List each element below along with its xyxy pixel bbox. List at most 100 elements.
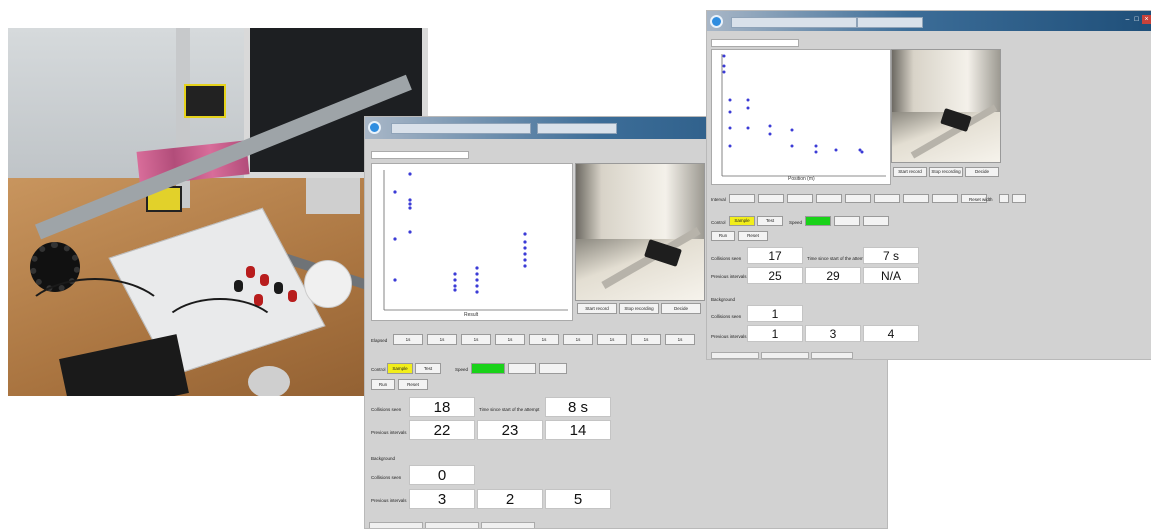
bg-intervals-label: Previous intervals [711, 334, 747, 339]
intervals-label: Previous intervals [371, 430, 407, 435]
test-button[interactable]: Test [415, 363, 441, 374]
tick-button-3[interactable]: 1s [461, 334, 491, 345]
tick-button-9[interactable]: 1s [665, 334, 695, 345]
bg-collisions-label: Collisions seen [371, 475, 402, 480]
bg-interval-value-2: 2 [477, 489, 543, 509]
tick-button-1[interactable]: 1s [393, 334, 423, 345]
bg-collisions-label: Collisions seen [711, 314, 742, 319]
tick-button-4[interactable] [816, 194, 842, 203]
tick-button-8[interactable] [932, 194, 958, 203]
motion-sensor [184, 84, 226, 118]
bottom-button-1[interactable] [369, 522, 423, 528]
interval-value-1: 22 [409, 420, 475, 440]
test-button[interactable]: Test [757, 216, 783, 226]
tick-button-7[interactable] [903, 194, 929, 203]
tick-button-2[interactable]: 1s [427, 334, 457, 345]
speed-button-2[interactable] [508, 363, 536, 374]
speed-label: Speed [455, 367, 469, 372]
start-record-button[interactable]: Start record [893, 167, 927, 177]
bg-interval-value-1: 3 [409, 489, 475, 509]
time-label: Time since start of the attempt [479, 407, 540, 412]
tick-button-6[interactable] [874, 194, 900, 203]
background-section-label: Background [711, 297, 736, 302]
plot-points [393, 172, 527, 294]
background-section-label: Background [371, 456, 396, 461]
start-record-button[interactable]: Start record [577, 303, 617, 314]
close-icon[interactable]: × [1142, 15, 1151, 24]
tick-button-4[interactable]: 1s [495, 334, 525, 345]
bg-collisions-value: 0 [409, 465, 475, 485]
title-bar: – □ × [707, 11, 1151, 31]
bottom-button-3[interactable] [811, 352, 853, 359]
interval-value-1: 25 [747, 267, 803, 284]
speed-button-3[interactable] [539, 363, 567, 374]
bg-intervals-label: Previous intervals [371, 498, 407, 503]
tick-button-5[interactable] [845, 194, 871, 203]
time-value: 8 s [545, 397, 611, 417]
tick-button-6[interactable]: 1s [563, 334, 593, 345]
plot-points [722, 54, 864, 154]
interval-value-3: N/A [863, 267, 919, 284]
mode-select[interactable] [537, 123, 617, 134]
width-input[interactable] [999, 194, 1009, 203]
tick-button-5[interactable]: 1s [529, 334, 559, 345]
scatter-svg [721, 54, 886, 177]
width-apply-button[interactable] [1012, 194, 1026, 203]
interval-value-2: 29 [805, 267, 861, 284]
tick-button-8[interactable]: 1s [631, 334, 661, 345]
stop-recording-button[interactable]: Stop recording [619, 303, 659, 314]
speed-label: Speed [789, 220, 803, 225]
sample-button[interactable]: Sample [729, 216, 755, 226]
collisions-value: 18 [409, 397, 475, 417]
bottom-button-1[interactable] [711, 352, 759, 359]
bg-interval-value-1: 1 [747, 325, 803, 342]
interval-value-3: 14 [545, 420, 611, 440]
speed-button-1[interactable] [805, 216, 831, 226]
plot-x-label: Position (m) [788, 176, 815, 182]
bg-collisions-value: 1 [747, 305, 803, 322]
bg-interval-value-2: 3 [805, 325, 861, 342]
intervals-label: Previous intervals [711, 274, 747, 279]
tick-button-1[interactable] [729, 194, 755, 203]
progress-bar [371, 151, 469, 159]
decide-button[interactable]: Decide [965, 167, 999, 177]
interval-value-2: 23 [477, 420, 543, 440]
run-button[interactable]: Run [711, 231, 735, 241]
app-window-2: – □ × Position (m) Start record Stop rec… [706, 10, 1151, 360]
tick-button-2[interactable] [758, 194, 784, 203]
speed-button-1[interactable] [471, 363, 505, 374]
time-value: 7 s [863, 247, 919, 264]
app-icon[interactable] [368, 121, 381, 134]
app-icon[interactable] [710, 15, 723, 28]
progress-bar [711, 39, 799, 47]
speed-button-3[interactable] [863, 216, 889, 226]
bg-interval-value-3: 5 [545, 489, 611, 509]
scatter-plot: Result [371, 163, 573, 321]
title-field [391, 123, 531, 134]
maximize-icon[interactable]: □ [1132, 15, 1141, 24]
tick-button-7[interactable]: 1s [597, 334, 627, 345]
stop-recording-button[interactable]: Stop recording [929, 167, 963, 177]
reset-button[interactable]: Reset [738, 231, 768, 241]
collisions-value: 17 [747, 247, 803, 264]
sample-button[interactable]: Sample [387, 363, 413, 374]
time-label: Time since start of the attempt [807, 256, 868, 261]
scatter-svg [383, 170, 568, 311]
decide-button[interactable]: Decide [661, 303, 701, 314]
condition-label: Control [371, 367, 386, 372]
camera-feed [891, 49, 1001, 163]
collisions-label: Collisions seen [711, 256, 742, 261]
scatter-plot: Position (m) [711, 49, 891, 185]
bottom-button-3[interactable] [481, 522, 535, 528]
plot-x-label: Result [464, 312, 479, 318]
run-button[interactable]: Run [371, 379, 395, 390]
speed-button-2[interactable] [834, 216, 860, 226]
bottom-button-2[interactable] [761, 352, 809, 359]
mode-select[interactable] [857, 17, 923, 28]
reset-width-label: Reset width [969, 197, 993, 202]
reset-button[interactable]: Reset [398, 379, 428, 390]
bg-interval-value-3: 4 [863, 325, 919, 342]
tick-button-3[interactable] [787, 194, 813, 203]
minimize-icon[interactable]: – [1123, 15, 1132, 24]
bottom-button-2[interactable] [425, 522, 479, 528]
